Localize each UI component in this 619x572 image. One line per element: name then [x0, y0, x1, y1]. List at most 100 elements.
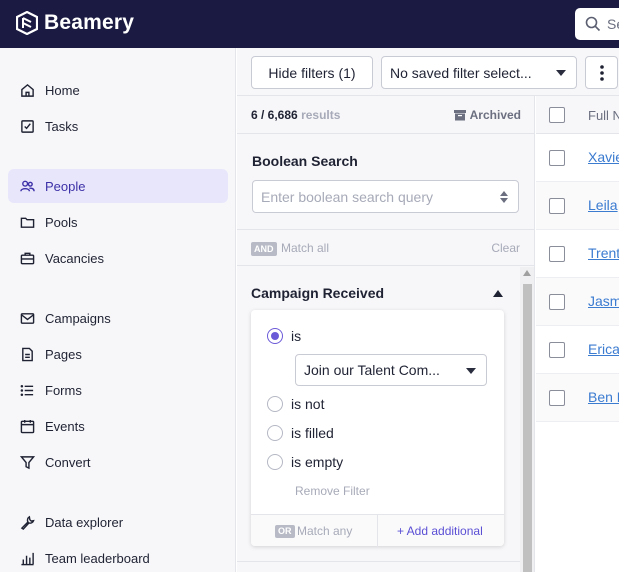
radio-button-selected[interactable]	[267, 328, 283, 344]
sidebar-item-label: Pages	[45, 346, 82, 362]
sidebar-item-label: Vacancies	[45, 250, 105, 266]
sidebar-item-label: Tasks	[45, 118, 79, 134]
home-icon	[21, 83, 34, 97]
radio-option-is-filled[interactable]: is filled	[267, 425, 334, 441]
candidate-name-link[interactable]: Jasm	[588, 293, 619, 309]
archived-label: Archived	[469, 108, 521, 122]
sidebar-item-label: Events	[45, 418, 85, 434]
saved-filter-select[interactable]: No saved filter select...	[381, 56, 577, 89]
sidebar-item-label: Pools	[45, 214, 78, 230]
radio-option-is-not[interactable]: is not	[267, 396, 324, 412]
row-checkbox[interactable]	[549, 246, 565, 262]
hide-filters-button[interactable]: Hide filters (1)	[251, 56, 373, 89]
sidebar-item-label: Home	[45, 82, 80, 98]
boolean-search-title: Boolean Search	[252, 153, 358, 169]
select-all-checkbox[interactable]	[549, 107, 565, 123]
sidebar-item-label: Data explorer	[45, 514, 124, 530]
radio-label: is not	[291, 396, 325, 412]
sidebar-item-pages[interactable]: Pages	[8, 337, 228, 371]
more-options-button[interactable]	[585, 56, 618, 89]
clear-filters-button[interactable]: Clear	[491, 241, 520, 255]
sidebar-item-campaigns[interactable]: Campaigns	[8, 301, 228, 335]
scrollbar-thumb[interactable]	[523, 284, 532, 572]
sidebar-item-people[interactable]: People	[8, 169, 228, 203]
table-header: Full N	[536, 96, 619, 134]
campaign-select-value: Join our Talent Com...	[304, 362, 440, 378]
table-row: Erica	[536, 326, 619, 374]
radio-button[interactable]	[267, 396, 283, 412]
results-table: Full N Xavie Leila Trent Jasm Erica Ben …	[536, 96, 619, 572]
spinner-arrows-icon[interactable]	[498, 189, 510, 205]
page-icon	[22, 347, 33, 361]
wrench-icon	[20, 515, 35, 530]
brand-logo[interactable]: Beamery	[16, 11, 134, 35]
campaign-received-title: Campaign Received	[251, 285, 385, 301]
candidate-name-link[interactable]: Trent	[588, 245, 619, 261]
match-row: AND Match all Clear	[237, 229, 535, 266]
tasks-icon	[21, 119, 34, 133]
and-badge: AND	[251, 242, 277, 256]
sidebar-item-forms[interactable]: Forms	[8, 373, 228, 407]
chevron-down-icon	[466, 368, 476, 374]
chevron-down-icon	[556, 70, 566, 76]
sidebar-item-data-explorer[interactable]: Data explorer	[8, 505, 228, 539]
sidebar-item-label: Campaigns	[45, 310, 111, 326]
radio-button[interactable]	[267, 425, 283, 441]
scroll-up-arrow-icon[interactable]	[523, 270, 531, 276]
add-additional-button[interactable]: + Add additional	[397, 524, 483, 538]
top-bar: Beamery Se	[0, 0, 619, 48]
row-checkbox[interactable]	[549, 390, 565, 406]
row-checkbox[interactable]	[549, 294, 565, 310]
search-icon	[585, 16, 601, 32]
remove-filter-link[interactable]: Remove Filter	[295, 484, 370, 498]
radio-option-is[interactable]: is	[267, 328, 301, 344]
row-checkbox[interactable]	[549, 342, 565, 358]
results-summary: 6 / 6,686 results Archived	[237, 96, 535, 134]
results-count-value: 6 / 6,686	[251, 108, 298, 122]
match-all-toggle[interactable]: Match all	[281, 241, 329, 255]
chart-icon	[21, 552, 34, 565]
table-row: Xavie	[536, 134, 619, 182]
sidebar-item-vacancies[interactable]: Vacancies	[8, 241, 228, 275]
sidebar-item-pools[interactable]: Pools	[8, 205, 228, 239]
sidebar-item-home[interactable]: Home	[8, 73, 228, 107]
match-any-toggle[interactable]: Match any	[297, 524, 352, 538]
column-header-full-name[interactable]: Full N	[588, 108, 619, 123]
archived-toggle[interactable]: Archived	[453, 108, 521, 122]
global-search-input[interactable]: Se	[575, 8, 619, 40]
sidebar: Home Tasks People Pools Vacancies Campai…	[0, 48, 236, 572]
row-checkbox[interactable]	[549, 198, 565, 214]
results-word: results	[301, 108, 341, 122]
brand-name: Beamery	[44, 11, 135, 34]
boolean-search-placeholder: Enter boolean search query	[261, 188, 433, 205]
table-row: Ben D	[536, 374, 619, 422]
candidate-name-link[interactable]: Erica	[588, 341, 619, 357]
candidate-name-link[interactable]: Xavie	[588, 149, 619, 165]
campaign-select[interactable]: Join our Talent Com...	[295, 354, 487, 386]
beamery-logo-icon	[16, 11, 38, 35]
chevron-up-icon[interactable]	[493, 290, 503, 297]
candidate-name-link[interactable]: Leila	[588, 197, 618, 213]
people-icon	[20, 180, 35, 191]
funnel-icon	[20, 455, 35, 469]
radio-option-is-empty[interactable]: is empty	[267, 454, 343, 470]
calendar-icon	[20, 419, 35, 433]
saved-filter-value: No saved filter select...	[390, 64, 532, 81]
sidebar-item-label: People	[45, 178, 86, 194]
archive-icon	[453, 109, 466, 120]
sidebar-item-tasks[interactable]: Tasks	[8, 109, 228, 143]
filter-toolbar: Hide filters (1) No saved filter select.…	[237, 48, 619, 96]
sidebar-item-label: Team leaderboard	[45, 550, 150, 566]
boolean-search-input[interactable]: Enter boolean search query	[252, 180, 519, 213]
briefcase-icon	[20, 252, 35, 264]
candidate-name-link[interactable]: Ben D	[588, 389, 619, 405]
row-checkbox[interactable]	[549, 150, 565, 166]
sidebar-item-team-leaderboard[interactable]: Team leaderboard	[8, 541, 228, 572]
sidebar-item-convert[interactable]: Convert	[8, 445, 228, 479]
radio-label: is filled	[291, 425, 334, 441]
radio-label: is	[291, 328, 302, 344]
search-placeholder: Se	[607, 16, 619, 32]
divider	[237, 561, 520, 562]
radio-button[interactable]	[267, 454, 283, 470]
sidebar-item-events[interactable]: Events	[8, 409, 228, 443]
